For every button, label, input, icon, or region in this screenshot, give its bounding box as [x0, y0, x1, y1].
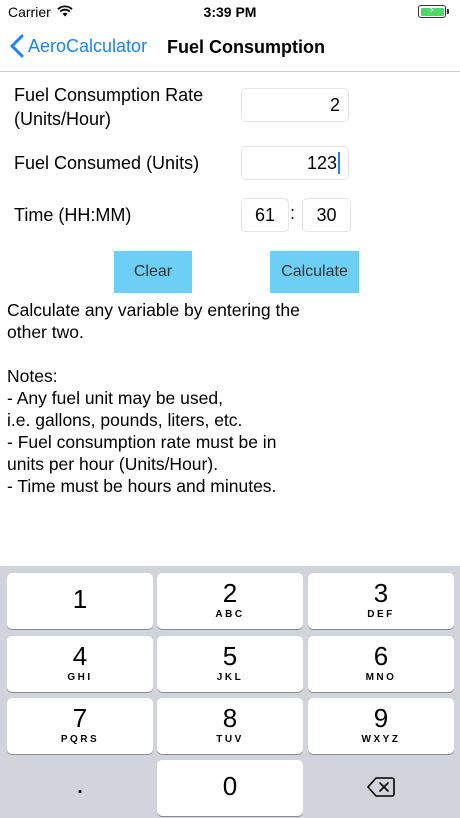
- key-digit: 9: [373, 703, 389, 733]
- page-title: Fuel Consumption: [167, 37, 325, 57]
- backspace-icon: [367, 777, 395, 797]
- key-digit: 2: [222, 578, 238, 608]
- key-letters: PQRS: [60, 734, 100, 745]
- key-2[interactable]: 2 ABC: [157, 573, 303, 629]
- back-button[interactable]: AeroCalculator: [10, 34, 147, 58]
- numeric-keyboard: 1 2 ABC 3 DEF 4 GHI 5 JKL 6 MNO 7 PQRS 8…: [0, 566, 460, 818]
- help-notes: Calculate any variable by entering the o…: [7, 300, 300, 496]
- key-8[interactable]: 8 TUV: [157, 698, 303, 754]
- key-digit: 3: [373, 578, 389, 608]
- minutes-value: 30: [316, 205, 337, 225]
- calculate-button[interactable]: Calculate: [270, 251, 359, 293]
- key-4[interactable]: 4 GHI: [7, 636, 153, 692]
- time-label: Time (HH:MM): [14, 205, 132, 225]
- key-letters: WXYZ: [361, 734, 401, 745]
- key-digit: 1: [72, 584, 88, 614]
- rate-input[interactable]: 2: [241, 88, 349, 122]
- key-letters: JKL: [216, 672, 244, 683]
- key-letters: ABC: [215, 609, 245, 620]
- key-letters: GHI: [67, 672, 93, 683]
- key-digit: .: [76, 768, 84, 799]
- status-time: 3:39 PM: [203, 4, 257, 20]
- key-1[interactable]: 1: [7, 573, 153, 629]
- minutes-input[interactable]: 30: [302, 198, 351, 232]
- key-3[interactable]: 3 DEF: [308, 573, 454, 629]
- time-separator: :: [290, 203, 296, 223]
- rate-label-line1: Fuel Consumption Rate: [14, 85, 204, 105]
- navigation-bar: AeroCalculator Fuel Consumption: [0, 24, 460, 72]
- key-7[interactable]: 7 PQRS: [7, 698, 153, 754]
- key-0[interactable]: 0: [157, 760, 303, 816]
- key-digit: 5: [222, 641, 238, 671]
- key-letters: DEF: [367, 609, 395, 620]
- status-bar: Carrier 3:39 PM ⚡: [0, 0, 460, 24]
- charging-icon: ⚡: [428, 4, 436, 16]
- clear-button[interactable]: Clear: [114, 251, 192, 293]
- consumed-value: 123: [306, 153, 337, 173]
- delete-key[interactable]: [308, 760, 454, 816]
- battery-icon: ⚡: [418, 4, 449, 18]
- hours-input[interactable]: 61: [241, 198, 289, 232]
- key-digit: 4: [72, 641, 88, 671]
- key-decimal[interactable]: .: [7, 760, 153, 816]
- key-digit: 8: [222, 703, 238, 733]
- rate-label: Fuel Consumption Rate (Units/Hour): [14, 83, 203, 131]
- key-digit: 7: [72, 703, 88, 733]
- consumed-label: Fuel Consumed (Units): [14, 153, 200, 173]
- back-label: AeroCalculator: [28, 35, 148, 56]
- key-letters: MNO: [365, 672, 397, 683]
- rate-label-line2: (Units/Hour): [14, 109, 112, 129]
- hours-value: 61: [254, 205, 276, 225]
- text-cursor: [338, 151, 340, 174]
- chevron-left-icon: [10, 34, 24, 58]
- key-digit: 0: [222, 771, 238, 801]
- rate-value: 2: [329, 95, 340, 115]
- key-letters: TUV: [216, 734, 244, 745]
- key-digit: 6: [373, 641, 389, 671]
- key-5[interactable]: 5 JKL: [157, 636, 303, 692]
- consumed-input[interactable]: 123: [241, 146, 349, 180]
- key-9[interactable]: 9 WXYZ: [308, 698, 454, 754]
- key-6[interactable]: 6 MNO: [308, 636, 454, 692]
